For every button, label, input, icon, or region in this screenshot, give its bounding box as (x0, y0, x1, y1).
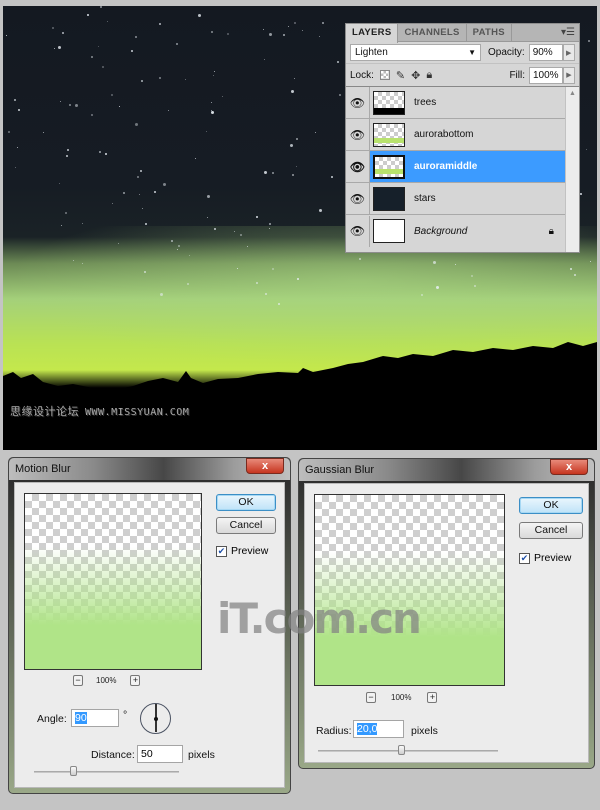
tab-channels[interactable]: CHANNELS (398, 24, 467, 41)
fill-input[interactable]: 100% (529, 66, 563, 84)
zoom-level: 100% (96, 676, 117, 685)
zoom-level: 100% (391, 693, 412, 702)
preview-checkbox[interactable]: ✔ Preview (216, 545, 268, 557)
layers-panel: LAYERS CHANNELS PATHS ▾☰ Lighten ▼ Opaci… (345, 23, 580, 253)
angle-value: 90 (75, 712, 87, 724)
lock-position-icon[interactable]: ✥ (411, 69, 420, 82)
lock-label: Lock: (350, 69, 374, 81)
layer-name: auroramiddle (414, 161, 478, 172)
fill-label: Fill: (509, 69, 525, 81)
radius-slider-thumb[interactable] (397, 745, 405, 755)
layer-name: stars (414, 193, 436, 204)
layer-thumbnail (373, 186, 405, 211)
zoom-out-button[interactable]: − (73, 675, 83, 686)
panel-menu-icon[interactable]: ▾☰ (561, 27, 575, 38)
opacity-slider-button[interactable]: ▶ (562, 44, 575, 61)
tab-layers[interactable]: LAYERS (346, 24, 399, 43)
watermark-url-text: WWW.MISSYUAN.COM (85, 407, 190, 418)
watermark-cn-text: 思缘设计论坛 (10, 405, 79, 418)
blend-mode-value: Lighten (355, 47, 388, 58)
lock-icon: 🔒︎ (548, 225, 554, 237)
cancel-button[interactable]: Cancel (519, 522, 583, 539)
ok-button[interactable]: OK (216, 494, 276, 511)
layer-thumbnail (373, 90, 405, 115)
eye-icon[interactable]: 👁︎ (346, 151, 370, 182)
opacity-input[interactable]: 90% (528, 44, 563, 61)
layer-row-auroramiddle[interactable]: 👁︎ auroramiddle (346, 151, 566, 183)
eye-icon[interactable]: 👁︎ (346, 119, 370, 150)
opacity-label: Opacity: (488, 47, 525, 58)
lock-image-pixels-icon[interactable]: ✎ (396, 69, 405, 82)
zoom-out-button[interactable]: − (366, 692, 376, 703)
preview-zoom-controls: − 100% + (73, 675, 141, 686)
dialog-title: Gaussian Blur (305, 464, 375, 476)
missyuan-watermark: 思缘设计论坛 WWW.MISSYUAN.COM (10, 403, 189, 419)
distance-label: Distance: (91, 749, 135, 761)
angle-input[interactable]: 90 (71, 709, 119, 727)
distance-unit: pixels (188, 749, 215, 761)
dialog-title: Motion Blur (15, 463, 71, 475)
tab-paths[interactable]: PATHS (467, 24, 512, 41)
distance-input[interactable]: 50 (137, 745, 183, 763)
lock-row: Lock: ✎ ✥ 🔒︎ Fill: 100% ▶ (346, 64, 579, 87)
blend-mode-select[interactable]: Lighten ▼ (350, 44, 481, 61)
layer-name: Background (414, 225, 468, 237)
layer-thumbnail (373, 219, 405, 243)
close-button[interactable]: x (550, 459, 588, 475)
layer-row-trees[interactable]: 👁︎ trees (346, 87, 566, 119)
layer-thumbnail (373, 122, 405, 147)
layers-scrollbar[interactable]: ▲ (565, 87, 579, 252)
cancel-button[interactable]: Cancel (216, 517, 276, 534)
scroll-up-icon[interactable]: ▲ (566, 90, 579, 97)
zoom-in-button[interactable]: + (130, 675, 141, 686)
preview-label: Preview (231, 545, 269, 557)
radius-unit: pixels (411, 725, 438, 737)
filter-preview[interactable] (314, 494, 505, 686)
filter-preview[interactable] (24, 493, 202, 670)
chevron-down-icon: ▼ (468, 48, 476, 57)
fill-slider-button[interactable]: ▶ (563, 66, 575, 84)
lock-all-icon[interactable]: 🔒︎ (426, 69, 432, 82)
radius-slider-track[interactable] (318, 750, 498, 752)
eye-icon[interactable]: 👁︎ (346, 215, 370, 247)
zoom-in-button[interactable]: + (427, 692, 438, 703)
checkbox-checked-icon[interactable]: ✔ (519, 552, 530, 564)
ok-button[interactable]: OK (519, 497, 583, 514)
preview-checkbox[interactable]: ✔ Preview (519, 552, 571, 564)
lock-transparent-pixels-icon[interactable] (379, 70, 390, 80)
angle-unit: ° (123, 709, 128, 721)
angle-dial[interactable] (140, 703, 171, 734)
panel-tabs: LAYERS CHANNELS PATHS ▾☰ (346, 24, 579, 43)
angle-label: Angle: (37, 713, 67, 725)
eye-icon[interactable]: 👁︎ (346, 183, 370, 214)
preview-label: Preview (534, 552, 572, 564)
radius-label: Radius: (316, 725, 352, 737)
distance-slider-thumb[interactable] (70, 766, 78, 776)
radius-input[interactable]: 20,0 (353, 720, 404, 738)
eye-icon[interactable]: 👁︎ (346, 87, 370, 118)
layer-row-aurorabottom[interactable]: 👁︎ aurorabottom (346, 119, 566, 151)
radius-value: 20,0 (357, 723, 378, 735)
layer-list: 👁︎ trees 👁︎ aurorabottom 👁︎ auroramiddle… (346, 87, 579, 252)
layer-thumbnail (373, 154, 405, 179)
preview-zoom-controls: − 100% + (366, 692, 438, 703)
layer-name: trees (414, 97, 437, 108)
close-button[interactable]: x (246, 458, 284, 474)
blend-row: Lighten ▼ Opacity: 90% ▶ (346, 42, 579, 64)
itcom-watermark: iT.com.cn (217, 594, 422, 643)
checkbox-checked-icon[interactable]: ✔ (216, 545, 227, 557)
layer-row-background[interactable]: 👁︎ Background 🔒︎ (346, 215, 566, 247)
layer-name: aurorabottom (414, 129, 474, 140)
distance-slider-track[interactable] (34, 771, 179, 773)
layer-row-stars[interactable]: 👁︎ stars (346, 183, 566, 215)
